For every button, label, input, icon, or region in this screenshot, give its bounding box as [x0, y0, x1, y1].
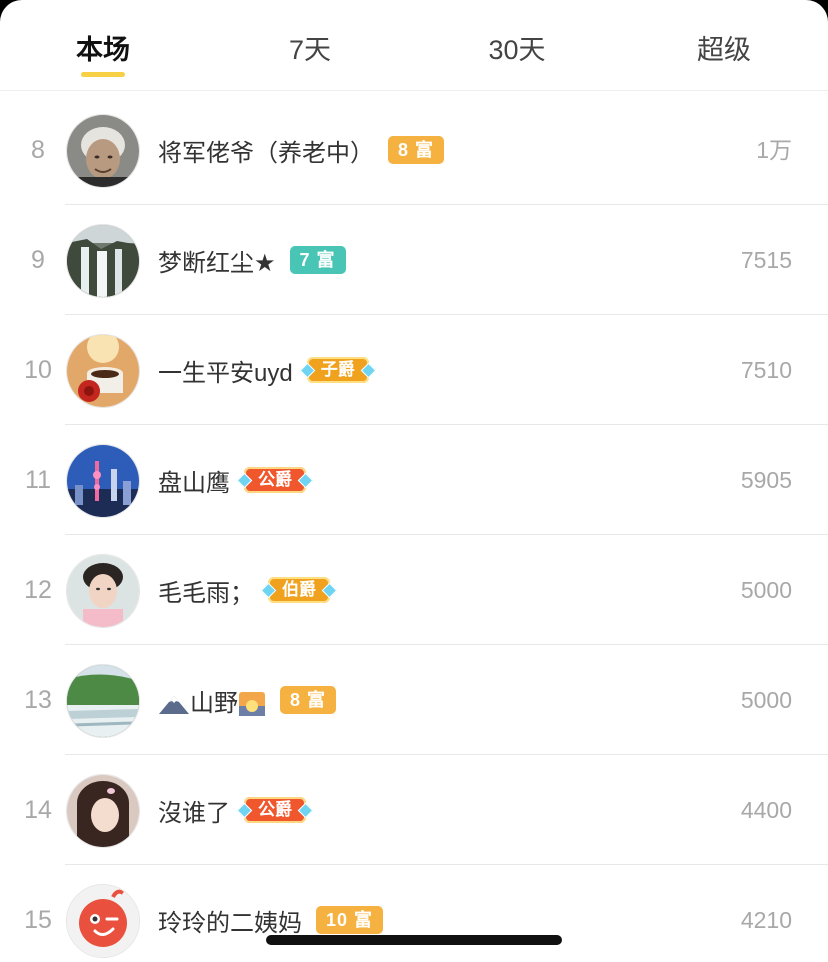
- wealth-level-badge: 8 富: [388, 136, 445, 164]
- contribution-score: 5000: [740, 577, 792, 603]
- woman-portrait-avatar[interactable]: [66, 554, 140, 628]
- viscount-badge: 子爵: [306, 357, 369, 383]
- rank-number: 15: [24, 906, 52, 934]
- elder-portrait-avatar[interactable]: [66, 114, 140, 188]
- tab-super[interactable]: 超级: [697, 28, 751, 68]
- girl-portrait-avatar[interactable]: [66, 774, 140, 848]
- list-item[interactable]: 9 梦断红尘★ 7 富 7515: [0, 205, 828, 315]
- user-meta: 玲玲的二姨妈 10 富: [158, 865, 384, 962]
- rank-number: 10: [24, 356, 52, 384]
- list-item[interactable]: 11 盘山鹰 公爵 5905: [0, 425, 828, 535]
- rank-number: 13: [24, 686, 52, 714]
- user-meta: 沒谁了 公爵: [158, 755, 306, 865]
- tab-7-days[interactable]: 7天: [289, 28, 331, 68]
- user-name: 盘山鹰: [158, 469, 230, 497]
- user-name: 沒谁了: [158, 799, 230, 827]
- green-falls-avatar[interactable]: [66, 664, 140, 738]
- wink-face-avatar[interactable]: [66, 884, 140, 958]
- user-meta: 梦断红尘★ 7 富: [158, 205, 346, 315]
- contribution-score: 1万: [756, 137, 792, 163]
- list-item[interactable]: 14 沒谁了 公爵 4400: [0, 755, 828, 865]
- user-meta: 一生平安uyd 子爵: [158, 315, 369, 425]
- active-tab-indicator: [81, 72, 125, 77]
- wealth-level-badge: 7 富: [289, 246, 346, 274]
- list-item[interactable]: 12 毛毛雨； 伯爵 5000: [0, 535, 828, 645]
- user-name: 将军佬爷（养老中）: [158, 139, 374, 167]
- rank-number: 14: [24, 796, 52, 824]
- mountain-emoji: [159, 696, 189, 715]
- rank-number: 8: [31, 136, 45, 164]
- rank-number: 9: [31, 246, 45, 274]
- duke-badge: 公爵: [244, 797, 306, 823]
- contribution-score: 5905: [740, 467, 792, 493]
- user-meta: 盘山鹰 公爵: [158, 425, 306, 535]
- wealth-level-badge: 10 富: [316, 906, 384, 934]
- count-badge: 伯爵: [268, 577, 330, 603]
- list-item[interactable]: 10 一生平安uyd 子爵 7510: [0, 315, 828, 425]
- coffee-rose-avatar[interactable]: [66, 334, 140, 408]
- ranking-list: 8 将军佬爷（养老中） 8 富 1万 9 梦断红尘★ 7 富 7515 10 一…: [0, 95, 828, 962]
- user-name: 毛毛雨；: [158, 579, 254, 607]
- contribution-score: 4400: [740, 797, 792, 823]
- user-name: 梦断红尘★: [158, 249, 276, 277]
- home-indicator[interactable]: [266, 935, 562, 945]
- contribution-score: 7515: [740, 247, 792, 273]
- contribution-score: 7510: [740, 357, 792, 383]
- ranking-tabs: 本场 7天 30天 超级: [0, 0, 828, 91]
- tab-30-days[interactable]: 30天: [488, 28, 545, 68]
- sunrise-emoji: [239, 692, 265, 717]
- contribution-score: 5000: [740, 687, 792, 713]
- list-item[interactable]: 13 山野 8 富 5000: [0, 645, 828, 755]
- rank-number: 11: [25, 466, 51, 494]
- user-meta: 将军佬爷（养老中） 8 富: [158, 95, 445, 205]
- user-name: 一生平安uyd: [158, 359, 293, 387]
- list-item[interactable]: 15 玲玲的二姨妈 10 富 4210: [0, 865, 828, 962]
- waterfall-avatar[interactable]: [66, 224, 140, 298]
- city-night-avatar[interactable]: [66, 444, 140, 518]
- list-item[interactable]: 8 将军佬爷（养老中） 8 富 1万: [0, 95, 828, 205]
- ranking-sheet: 本场 7天 30天 超级 8 将军佬爷（养老中） 8 富 1万 9 梦断红尘★: [0, 0, 828, 962]
- user-meta: 山野 8 富: [158, 645, 337, 755]
- wealth-level-badge: 8 富: [280, 686, 337, 714]
- tab-this-session[interactable]: 本场: [76, 28, 130, 68]
- contribution-score: 4210: [740, 907, 792, 933]
- rank-number: 12: [24, 576, 52, 604]
- user-name: 玲玲的二姨妈: [158, 909, 302, 937]
- user-name-text: 山野: [190, 689, 238, 717]
- user-meta: 毛毛雨； 伯爵: [158, 535, 330, 645]
- duke-badge: 公爵: [244, 467, 306, 493]
- user-name: 山野: [158, 683, 266, 718]
